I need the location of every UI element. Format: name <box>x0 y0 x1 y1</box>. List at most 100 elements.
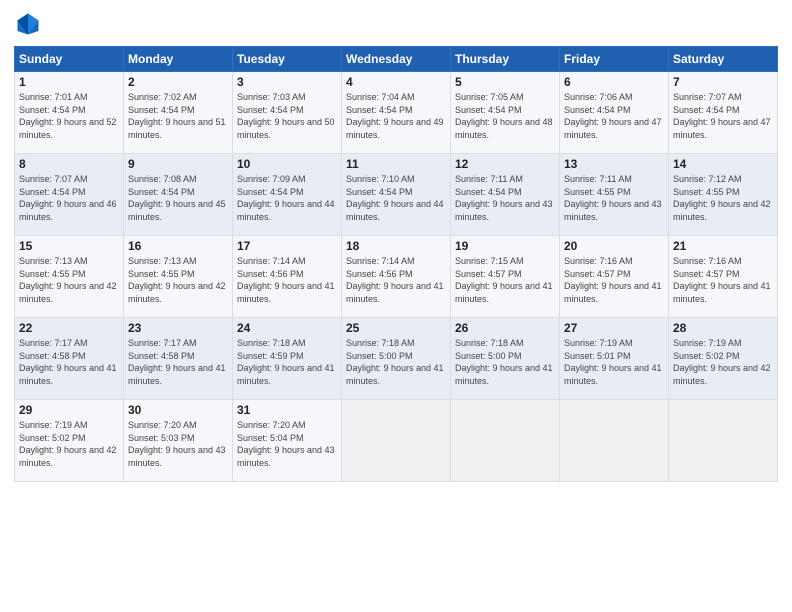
day-info: Sunrise: 7:07 AMSunset: 4:54 PMDaylight:… <box>673 92 771 140</box>
day-number: 2 <box>128 75 228 89</box>
calendar-cell: 21 Sunrise: 7:16 AMSunset: 4:57 PMDayligh… <box>669 236 778 318</box>
calendar-cell: 27 Sunrise: 7:19 AMSunset: 5:01 PMDayligh… <box>560 318 669 400</box>
calendar-cell: 6 Sunrise: 7:06 AMSunset: 4:54 PMDaylight… <box>560 72 669 154</box>
day-info: Sunrise: 7:16 AMSunset: 4:57 PMDaylight:… <box>564 256 662 304</box>
day-info: Sunrise: 7:01 AMSunset: 4:54 PMDaylight:… <box>19 92 117 140</box>
calendar-cell: 29 Sunrise: 7:19 AMSunset: 5:02 PMDayligh… <box>15 400 124 482</box>
day-number: 29 <box>19 403 119 417</box>
day-number: 21 <box>673 239 773 253</box>
day-info: Sunrise: 7:15 AMSunset: 4:57 PMDaylight:… <box>455 256 553 304</box>
calendar-cell: 26Sunrise: 7:18 AMSunset: 5:00 PMDayligh… <box>451 318 560 400</box>
day-number: 30 <box>128 403 228 417</box>
calendar-week-1: 1 Sunrise: 7:01 AMSunset: 4:54 PMDaylight… <box>15 72 778 154</box>
logo-icon <box>14 10 42 38</box>
calendar-cell: 12 Sunrise: 7:11 AMSunset: 4:54 PMDayligh… <box>451 154 560 236</box>
header-friday: Friday <box>560 47 669 72</box>
calendar-header: SundayMondayTuesdayWednesdayThursdayFrid… <box>15 47 778 72</box>
day-info: Sunrise: 7:20 AMSunset: 5:03 PMDaylight:… <box>128 420 226 468</box>
calendar-cell: 5Sunrise: 7:05 AMSunset: 4:54 PMDaylight… <box>451 72 560 154</box>
calendar-cell: 22Sunrise: 7:17 AMSunset: 4:58 PMDayligh… <box>15 318 124 400</box>
calendar-cell: 13 Sunrise: 7:11 AMSunset: 4:55 PMDayligh… <box>560 154 669 236</box>
calendar-cell: 4 Sunrise: 7:04 AMSunset: 4:54 PMDaylight… <box>342 72 451 154</box>
calendar-week-3: 15 Sunrise: 7:13 AMSunset: 4:55 PMDayligh… <box>15 236 778 318</box>
day-info: Sunrise: 7:19 AMSunset: 5:02 PMDaylight:… <box>19 420 117 468</box>
day-info: Sunrise: 7:05 AMSunset: 4:54 PMDaylight:… <box>455 92 553 140</box>
day-info: Sunrise: 7:17 AMSunset: 4:58 PMDaylight:… <box>19 338 117 386</box>
calendar-week-2: 8 Sunrise: 7:07 AMSunset: 4:54 PMDaylight… <box>15 154 778 236</box>
day-number: 25 <box>346 321 446 335</box>
day-number: 11 <box>346 157 446 171</box>
calendar-cell: 31 Sunrise: 7:20 AMSunset: 5:04 PMDayligh… <box>233 400 342 482</box>
day-info: Sunrise: 7:04 AMSunset: 4:54 PMDaylight:… <box>346 92 444 140</box>
header-wednesday: Wednesday <box>342 47 451 72</box>
calendar-cell: 9 Sunrise: 7:08 AMSunset: 4:54 PMDaylight… <box>124 154 233 236</box>
calendar-cell: 16 Sunrise: 7:13 AMSunset: 4:55 PMDayligh… <box>124 236 233 318</box>
calendar-cell: 28 Sunrise: 7:19 AMSunset: 5:02 PMDayligh… <box>669 318 778 400</box>
day-info: Sunrise: 7:13 AMSunset: 4:55 PMDaylight:… <box>19 256 117 304</box>
day-info: Sunrise: 7:19 AMSunset: 5:01 PMDaylight:… <box>564 338 662 386</box>
calendar-cell <box>560 400 669 482</box>
calendar-week-4: 22Sunrise: 7:17 AMSunset: 4:58 PMDayligh… <box>15 318 778 400</box>
calendar-cell <box>342 400 451 482</box>
day-info: Sunrise: 7:09 AMSunset: 4:54 PMDaylight:… <box>237 174 335 222</box>
day-info: Sunrise: 7:14 AMSunset: 4:56 PMDaylight:… <box>237 256 335 304</box>
day-number: 28 <box>673 321 773 335</box>
day-info: Sunrise: 7:11 AMSunset: 4:55 PMDaylight:… <box>564 174 662 222</box>
day-info: Sunrise: 7:16 AMSunset: 4:57 PMDaylight:… <box>673 256 771 304</box>
calendar-cell: 30 Sunrise: 7:20 AMSunset: 5:03 PMDayligh… <box>124 400 233 482</box>
header-tuesday: Tuesday <box>233 47 342 72</box>
header-saturday: Saturday <box>669 47 778 72</box>
header-monday: Monday <box>124 47 233 72</box>
day-number: 15 <box>19 239 119 253</box>
calendar-cell <box>669 400 778 482</box>
calendar-cell: 24Sunrise: 7:18 AMSunset: 4:59 PMDayligh… <box>233 318 342 400</box>
day-info: Sunrise: 7:02 AMSunset: 4:54 PMDaylight:… <box>128 92 226 140</box>
day-info: Sunrise: 7:18 AMSunset: 4:59 PMDaylight:… <box>237 338 335 386</box>
day-number: 12 <box>455 157 555 171</box>
day-info: Sunrise: 7:11 AMSunset: 4:54 PMDaylight:… <box>455 174 553 222</box>
calendar-cell: 8 Sunrise: 7:07 AMSunset: 4:54 PMDaylight… <box>15 154 124 236</box>
day-number: 18 <box>346 239 446 253</box>
day-number: 17 <box>237 239 337 253</box>
calendar-cell: 23Sunrise: 7:17 AMSunset: 4:58 PMDayligh… <box>124 318 233 400</box>
calendar-cell: 18 Sunrise: 7:14 AMSunset: 4:56 PMDayligh… <box>342 236 451 318</box>
day-number: 8 <box>19 157 119 171</box>
calendar-cell <box>451 400 560 482</box>
calendar-cell: 2 Sunrise: 7:02 AMSunset: 4:54 PMDaylight… <box>124 72 233 154</box>
calendar-cell: 19Sunrise: 7:15 AMSunset: 4:57 PMDayligh… <box>451 236 560 318</box>
calendar-cell: 11Sunrise: 7:10 AMSunset: 4:54 PMDayligh… <box>342 154 451 236</box>
day-info: Sunrise: 7:17 AMSunset: 4:58 PMDaylight:… <box>128 338 226 386</box>
day-number: 20 <box>564 239 664 253</box>
day-number: 1 <box>19 75 119 89</box>
day-info: Sunrise: 7:18 AMSunset: 5:00 PMDaylight:… <box>455 338 553 386</box>
day-info: Sunrise: 7:20 AMSunset: 5:04 PMDaylight:… <box>237 420 335 468</box>
day-number: 4 <box>346 75 446 89</box>
day-info: Sunrise: 7:12 AMSunset: 4:55 PMDaylight:… <box>673 174 771 222</box>
day-info: Sunrise: 7:14 AMSunset: 4:56 PMDaylight:… <box>346 256 444 304</box>
calendar-cell: 20 Sunrise: 7:16 AMSunset: 4:57 PMDayligh… <box>560 236 669 318</box>
day-number: 27 <box>564 321 664 335</box>
day-number: 7 <box>673 75 773 89</box>
day-info: Sunrise: 7:06 AMSunset: 4:54 PMDaylight:… <box>564 92 662 140</box>
calendar-cell: 14 Sunrise: 7:12 AMSunset: 4:55 PMDayligh… <box>669 154 778 236</box>
calendar-cell: 7 Sunrise: 7:07 AMSunset: 4:54 PMDaylight… <box>669 72 778 154</box>
day-number: 9 <box>128 157 228 171</box>
calendar-week-5: 29 Sunrise: 7:19 AMSunset: 5:02 PMDayligh… <box>15 400 778 482</box>
day-number: 13 <box>564 157 664 171</box>
day-info: Sunrise: 7:19 AMSunset: 5:02 PMDaylight:… <box>673 338 771 386</box>
day-number: 14 <box>673 157 773 171</box>
day-number: 6 <box>564 75 664 89</box>
day-number: 16 <box>128 239 228 253</box>
day-number: 10 <box>237 157 337 171</box>
day-number: 3 <box>237 75 337 89</box>
day-info: Sunrise: 7:18 AMSunset: 5:00 PMDaylight:… <box>346 338 444 386</box>
calendar-cell: 1 Sunrise: 7:01 AMSunset: 4:54 PMDaylight… <box>15 72 124 154</box>
day-info: Sunrise: 7:13 AMSunset: 4:55 PMDaylight:… <box>128 256 226 304</box>
day-info: Sunrise: 7:08 AMSunset: 4:54 PMDaylight:… <box>128 174 226 222</box>
day-number: 31 <box>237 403 337 417</box>
header-thursday: Thursday <box>451 47 560 72</box>
calendar-cell: 17 Sunrise: 7:14 AMSunset: 4:56 PMDayligh… <box>233 236 342 318</box>
logo <box>14 10 46 38</box>
day-info: Sunrise: 7:07 AMSunset: 4:54 PMDaylight:… <box>19 174 117 222</box>
calendar-cell: 25 Sunrise: 7:18 AMSunset: 5:00 PMDayligh… <box>342 318 451 400</box>
